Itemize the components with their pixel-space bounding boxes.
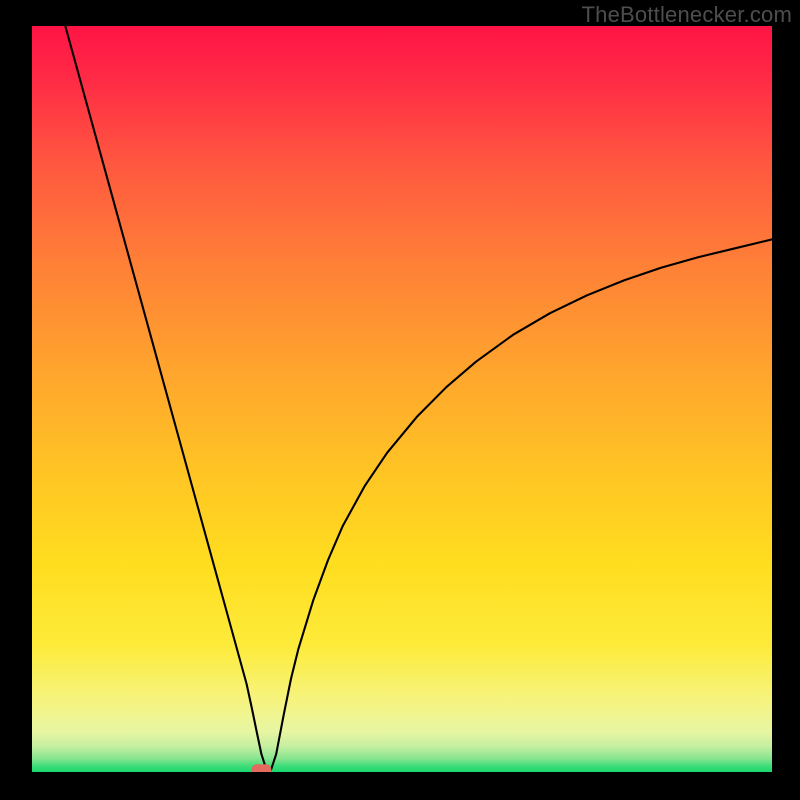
gradient-background xyxy=(32,26,772,772)
chart-frame: TheBottlenecker.com xyxy=(0,0,800,800)
plot-area xyxy=(32,26,772,772)
chart-svg xyxy=(32,26,772,772)
curve-minimum-marker xyxy=(251,764,271,772)
minimum-marker xyxy=(251,764,271,772)
watermark-text: TheBottlenecker.com xyxy=(582,2,792,28)
